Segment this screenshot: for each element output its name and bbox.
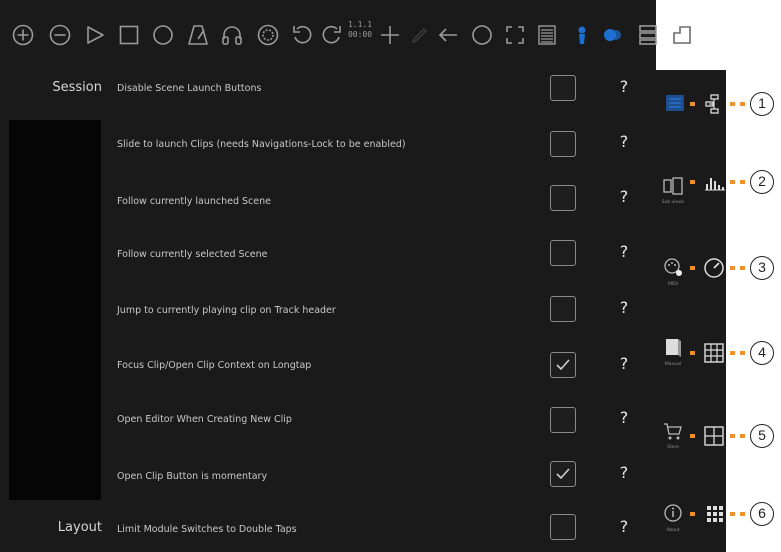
setting-checkbox[interactable]	[550, 461, 576, 487]
minus-circle-icon[interactable]	[48, 23, 72, 47]
help-button[interactable]: ?	[616, 187, 632, 206]
setting-checkbox[interactable]	[550, 352, 576, 378]
song-position-display: 1.1.1 00:00	[346, 20, 374, 40]
setting-row-label: Follow currently selected Scene	[117, 249, 268, 260]
info-icon[interactable]	[662, 502, 684, 524]
callout-connector	[690, 102, 750, 106]
help-button[interactable]: ?	[616, 408, 632, 427]
sidebar: Sub views MIDI Manual Store About	[656, 70, 726, 552]
position-bars: 1.1.1	[347, 20, 373, 29]
metronome-icon[interactable]	[186, 23, 210, 47]
play-icon[interactable]	[83, 23, 107, 47]
sidebar-caption: About	[666, 528, 680, 533]
manual-icon[interactable]	[662, 336, 684, 358]
setting-row-label: Slide to launch Clips (needs Navigations…	[117, 139, 406, 150]
sidebar-caption: Sub views	[661, 200, 685, 205]
midi-icon[interactable]	[662, 256, 684, 278]
sub-view-icon[interactable]	[662, 175, 684, 197]
section-title-layout: Layout	[57, 520, 102, 535]
blue-active-icon-1[interactable]	[570, 23, 594, 47]
settings-screen: Session Layout Disable Scene Launch Butt…	[0, 0, 656, 552]
help-button[interactable]: ?	[616, 132, 632, 151]
setting-checkbox[interactable]	[550, 131, 576, 157]
position-time: 00:00	[347, 30, 373, 39]
checkmark-icon	[556, 468, 570, 480]
expand-icon[interactable]	[503, 23, 527, 47]
setting-row-label: Focus Clip/Open Clip Context on Longtap	[117, 360, 312, 371]
setting-checkbox[interactable]	[550, 240, 576, 266]
setting-checkbox[interactable]	[550, 407, 576, 433]
sidebar-caption: Manual	[664, 362, 682, 367]
record-circle-icon[interactable]	[151, 23, 175, 47]
callout-number: 1	[750, 92, 774, 116]
setting-row-label: Jump to currently playing clip on Track …	[117, 305, 336, 316]
setting-row-label: Follow currently launched Scene	[117, 196, 271, 207]
setting-row-label: Disable Scene Launch Buttons	[117, 83, 262, 94]
cart-icon[interactable]	[662, 420, 684, 442]
setting-row-label: Open Editor When Creating New Clip	[117, 414, 292, 425]
toolbar: 1.1.1 00:00	[0, 0, 781, 70]
callout-number: 4	[750, 341, 774, 365]
help-button[interactable]: ?	[616, 298, 632, 317]
stack-icon[interactable]	[636, 23, 660, 47]
gear-circle-icon[interactable]	[256, 23, 280, 47]
arrow-left-icon[interactable]	[436, 23, 460, 47]
setting-checkbox[interactable]	[550, 296, 576, 322]
setting-row-label: Open Clip Button is momentary	[117, 471, 268, 482]
redo-icon[interactable]	[320, 23, 344, 47]
callout-connector	[690, 512, 750, 516]
headphones-icon[interactable]	[220, 23, 244, 47]
callout-number: 2	[750, 170, 774, 194]
setting-checkbox[interactable]	[550, 185, 576, 211]
corner-icon[interactable]	[670, 23, 694, 47]
loop-circle-icon[interactable]	[470, 23, 494, 47]
sidebar-caption: MIDI	[667, 282, 678, 287]
help-button[interactable]: ?	[616, 517, 632, 536]
section-title-session: Session	[52, 80, 102, 95]
plus-icon[interactable]	[378, 23, 402, 47]
undo-icon[interactable]	[290, 23, 314, 47]
plus-circle-icon[interactable]	[11, 23, 35, 47]
help-button[interactable]: ?	[616, 242, 632, 261]
callout-number: 5	[750, 424, 774, 448]
callout-connector	[690, 266, 750, 270]
blue-active-icon-2[interactable]	[600, 23, 624, 47]
setting-row-label: Limit Module Switches to Double Taps	[117, 524, 297, 535]
setting-checkbox[interactable]	[550, 514, 576, 540]
callout-connector	[690, 351, 750, 355]
settings-active-icon[interactable]	[664, 92, 686, 114]
callout-number: 3	[750, 256, 774, 280]
help-button[interactable]: ?	[616, 463, 632, 482]
help-button[interactable]: ?	[616, 77, 632, 96]
sidebar-caption: Store	[667, 445, 679, 450]
callout-connector	[690, 434, 750, 438]
pen-icon[interactable]	[408, 23, 432, 47]
callout-connector	[690, 180, 750, 184]
checkmark-icon	[556, 359, 570, 371]
list-icon[interactable]	[535, 23, 559, 47]
setting-checkbox[interactable]	[550, 75, 576, 101]
help-button[interactable]: ?	[616, 354, 632, 373]
callout-number: 6	[750, 502, 774, 526]
black-panel	[9, 120, 101, 500]
stop-square-icon[interactable]	[117, 23, 141, 47]
